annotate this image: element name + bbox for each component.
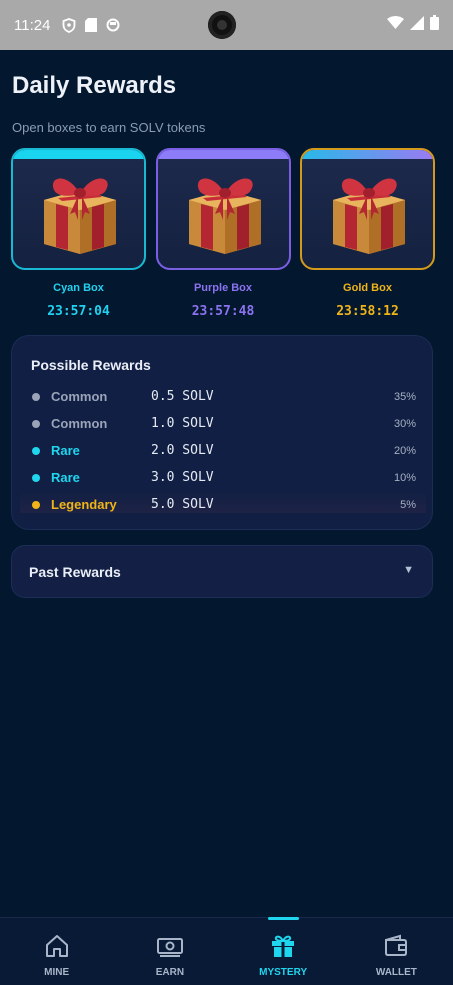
reward-amount: 5.0 SOLV xyxy=(151,497,214,512)
reward-chance: 10% xyxy=(393,471,416,484)
camera-cutout xyxy=(208,11,236,39)
tier-dot xyxy=(32,419,40,428)
reward-row: Rare 2.0 SOLV 20% xyxy=(20,437,426,464)
sd-card-icon xyxy=(84,18,98,32)
cyan-box-button[interactable] xyxy=(11,148,146,270)
nav-wallet-label: WALLET xyxy=(375,967,417,978)
box-top-bar xyxy=(302,150,433,159)
purple-box-label: Purple Box xyxy=(193,282,253,294)
tier-dot xyxy=(32,473,40,482)
tier-dot xyxy=(32,446,40,455)
past-rewards-label: Past Rewards xyxy=(29,563,121,580)
cash-icon xyxy=(156,938,183,957)
nav-wallet[interactable]: WALLET xyxy=(340,918,453,985)
cyan-box-column: Cyan Box 23:57:04 xyxy=(11,148,146,319)
reward-tier: Common xyxy=(51,416,108,431)
reward-chance: 30% xyxy=(393,417,416,430)
reward-chance: 5% xyxy=(400,498,416,511)
reward-amount: 2.0 SOLV xyxy=(151,443,214,458)
shield-icon xyxy=(62,17,76,33)
reward-tier: Common xyxy=(51,389,108,404)
mystery-boxes: Cyan Box 23:57:04 Purple Box 23:57:48 Go… xyxy=(11,148,435,319)
gift-box-icon xyxy=(333,178,405,254)
cyan-box-label: Cyan Box xyxy=(53,282,104,294)
nav-mystery-label: MYSTERY xyxy=(259,967,308,978)
signal-icon xyxy=(410,15,424,34)
cyan-box-timer: 23:57:04 xyxy=(47,304,110,319)
gold-box-label: Gold Box xyxy=(343,282,392,294)
box-top-bar xyxy=(157,150,289,159)
bottom-navigation: MINE EARN MYSTERY WALLET xyxy=(0,917,453,985)
nav-mine-label: MINE xyxy=(44,967,70,978)
reward-tier: Rare xyxy=(51,470,80,485)
purple-box-button[interactable] xyxy=(155,148,291,270)
chevron-down-icon: ▼ xyxy=(403,564,414,576)
reward-tier: Rare xyxy=(51,443,80,458)
wifi-icon xyxy=(387,16,404,33)
home-icon xyxy=(45,935,68,957)
page-subtitle: Open boxes to earn SOLV tokens xyxy=(12,120,206,135)
purple-box-column: Purple Box 23:57:48 xyxy=(155,148,291,319)
status-bar: 11:24 xyxy=(0,0,453,50)
wallet-icon xyxy=(385,934,408,956)
past-rewards-toggle[interactable]: Past Rewards ▼ xyxy=(11,545,433,598)
reward-row: Legendary 5.0 SOLV 5% xyxy=(20,491,426,513)
status-time: 11:24 xyxy=(14,16,51,34)
gift-box-icon xyxy=(188,178,261,254)
gold-box-column: Gold Box 23:58:12 xyxy=(300,148,435,319)
box-top-bar xyxy=(13,150,144,159)
reward-row: Common 1.0 SOLV 30% xyxy=(20,410,426,437)
purple-box-timer: 23:57:48 xyxy=(191,304,255,319)
battery-icon xyxy=(430,15,439,34)
gift-box-icon xyxy=(44,178,116,254)
reward-chance: 20% xyxy=(393,444,416,457)
reward-row: Common 0.5 SOLV 35% xyxy=(20,383,426,410)
reward-tier: Legendary xyxy=(51,497,117,512)
page-title: Daily Rewards xyxy=(12,72,177,99)
possible-rewards-list[interactable]: Common 0.5 SOLV 35% Common 1.0 SOLV 30% … xyxy=(20,383,426,513)
gift-icon xyxy=(272,935,295,957)
nav-earn[interactable]: EARN xyxy=(113,918,226,985)
tier-dot xyxy=(32,392,40,401)
possible-rewards-title: Possible Rewards xyxy=(31,357,151,373)
nav-mystery[interactable]: MYSTERY xyxy=(227,917,340,985)
reward-amount: 3.0 SOLV xyxy=(151,470,214,485)
app-notification-icon xyxy=(106,18,120,32)
nav-earn-label: EARN xyxy=(155,967,185,978)
reward-chance: 35% xyxy=(393,390,416,403)
active-tab-indicator xyxy=(267,917,299,920)
reward-amount: 1.0 SOLV xyxy=(151,416,214,431)
nav-mine[interactable]: MINE xyxy=(0,918,113,985)
gold-box-button[interactable] xyxy=(300,148,435,270)
possible-rewards-panel: Possible Rewards Common 0.5 SOLV 35% Com… xyxy=(11,335,433,530)
gold-box-timer: 23:58:12 xyxy=(336,304,399,319)
tier-dot xyxy=(32,500,40,509)
reward-row: Rare 3.0 SOLV 10% xyxy=(20,464,426,491)
reward-amount: 0.5 SOLV xyxy=(151,389,214,404)
